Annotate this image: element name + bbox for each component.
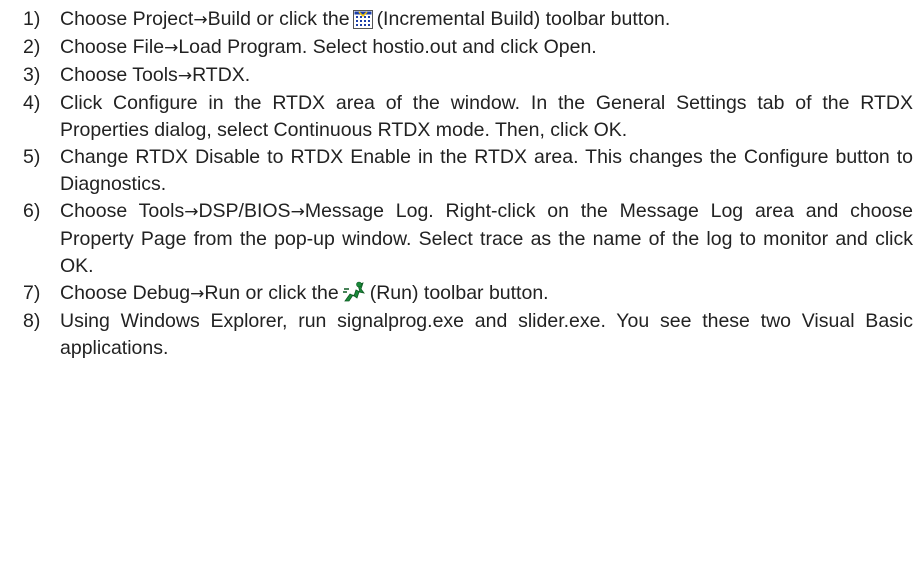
step-number: 7) xyxy=(23,282,41,304)
run-icon xyxy=(342,281,366,303)
menu-arrow: → xyxy=(184,202,199,222)
step-3: 3) Choose Tools→RTDX. xyxy=(23,62,913,90)
step-5: 5) Change RTDX Disable to RTDX Enable in… xyxy=(23,144,913,198)
step-text-part: Choose Tools xyxy=(60,200,185,222)
step-text: Choose Tools→DSP/BIOS→Message Log. Right… xyxy=(60,198,913,280)
step-8: 8) Using Windows Explorer, run signalpro… xyxy=(23,308,913,362)
step-number: 4) xyxy=(23,92,41,114)
step-text-part: RTDX. xyxy=(192,64,251,86)
step-number: 3) xyxy=(23,64,41,86)
step-4: 4) Click Configure in the RTDX area of t… xyxy=(23,90,913,144)
step-text-part: Click Configure in the RTDX area of the … xyxy=(60,92,913,141)
step-text-part: (Run) toolbar button. xyxy=(369,282,549,304)
step-text-part: Using Windows Explorer, run signalprog.e… xyxy=(60,310,913,359)
step-1: 1) Choose Project→Build or click the (In… xyxy=(23,6,913,34)
menu-arrow: → xyxy=(290,202,305,222)
step-text-part: DSP/BIOS xyxy=(198,200,291,222)
step-text-part: Change RTDX Disable to RTDX Enable in th… xyxy=(60,146,913,195)
step-text: Change RTDX Disable to RTDX Enable in th… xyxy=(60,144,913,198)
step-text-part: Build or click the xyxy=(207,8,350,30)
step-text-part: Choose Debug xyxy=(60,282,191,304)
step-text: Click Configure in the RTDX area of the … xyxy=(60,90,913,144)
step-number: 2) xyxy=(23,36,41,58)
step-text-part: Choose Project xyxy=(60,8,194,30)
menu-arrow: → xyxy=(177,66,193,86)
menu-arrow: → xyxy=(164,38,179,58)
step-text-part: Load Program. Select hostio.out and clic… xyxy=(178,36,597,58)
step-2: 2) Choose File→Load Program. Select host… xyxy=(23,34,913,62)
instruction-steps: 1) Choose Project→Build or click the (In… xyxy=(23,6,913,362)
step-text-part: Run or click the xyxy=(204,282,339,304)
menu-arrow: → xyxy=(190,284,205,304)
step-6: 6) Choose Tools→DSP/BIOS→Message Log. Ri… xyxy=(23,198,913,280)
step-number: 1) xyxy=(23,8,41,30)
step-text-part: Choose Tools xyxy=(60,64,178,86)
step-text: Choose Project→Build or click the (Incre… xyxy=(60,6,913,34)
step-text-part: Choose File xyxy=(60,36,165,58)
incremental-build-icon xyxy=(352,10,373,29)
step-text: Choose Tools→RTDX. xyxy=(60,62,913,90)
step-number: 5) xyxy=(23,146,41,168)
step-7: 7) Choose Debug→Run or click the (Run) t… xyxy=(23,280,913,308)
step-text: Choose File→Load Program. Select hostio.… xyxy=(60,34,913,62)
step-text: Choose Debug→Run or click the (Run) tool… xyxy=(60,280,913,308)
step-number: 6) xyxy=(23,200,41,222)
menu-arrow: → xyxy=(193,10,208,30)
step-text-part: (Incremental Build) toolbar button. xyxy=(376,8,671,30)
step-text: Using Windows Explorer, run signalprog.e… xyxy=(60,308,913,362)
step-number: 8) xyxy=(23,310,41,332)
